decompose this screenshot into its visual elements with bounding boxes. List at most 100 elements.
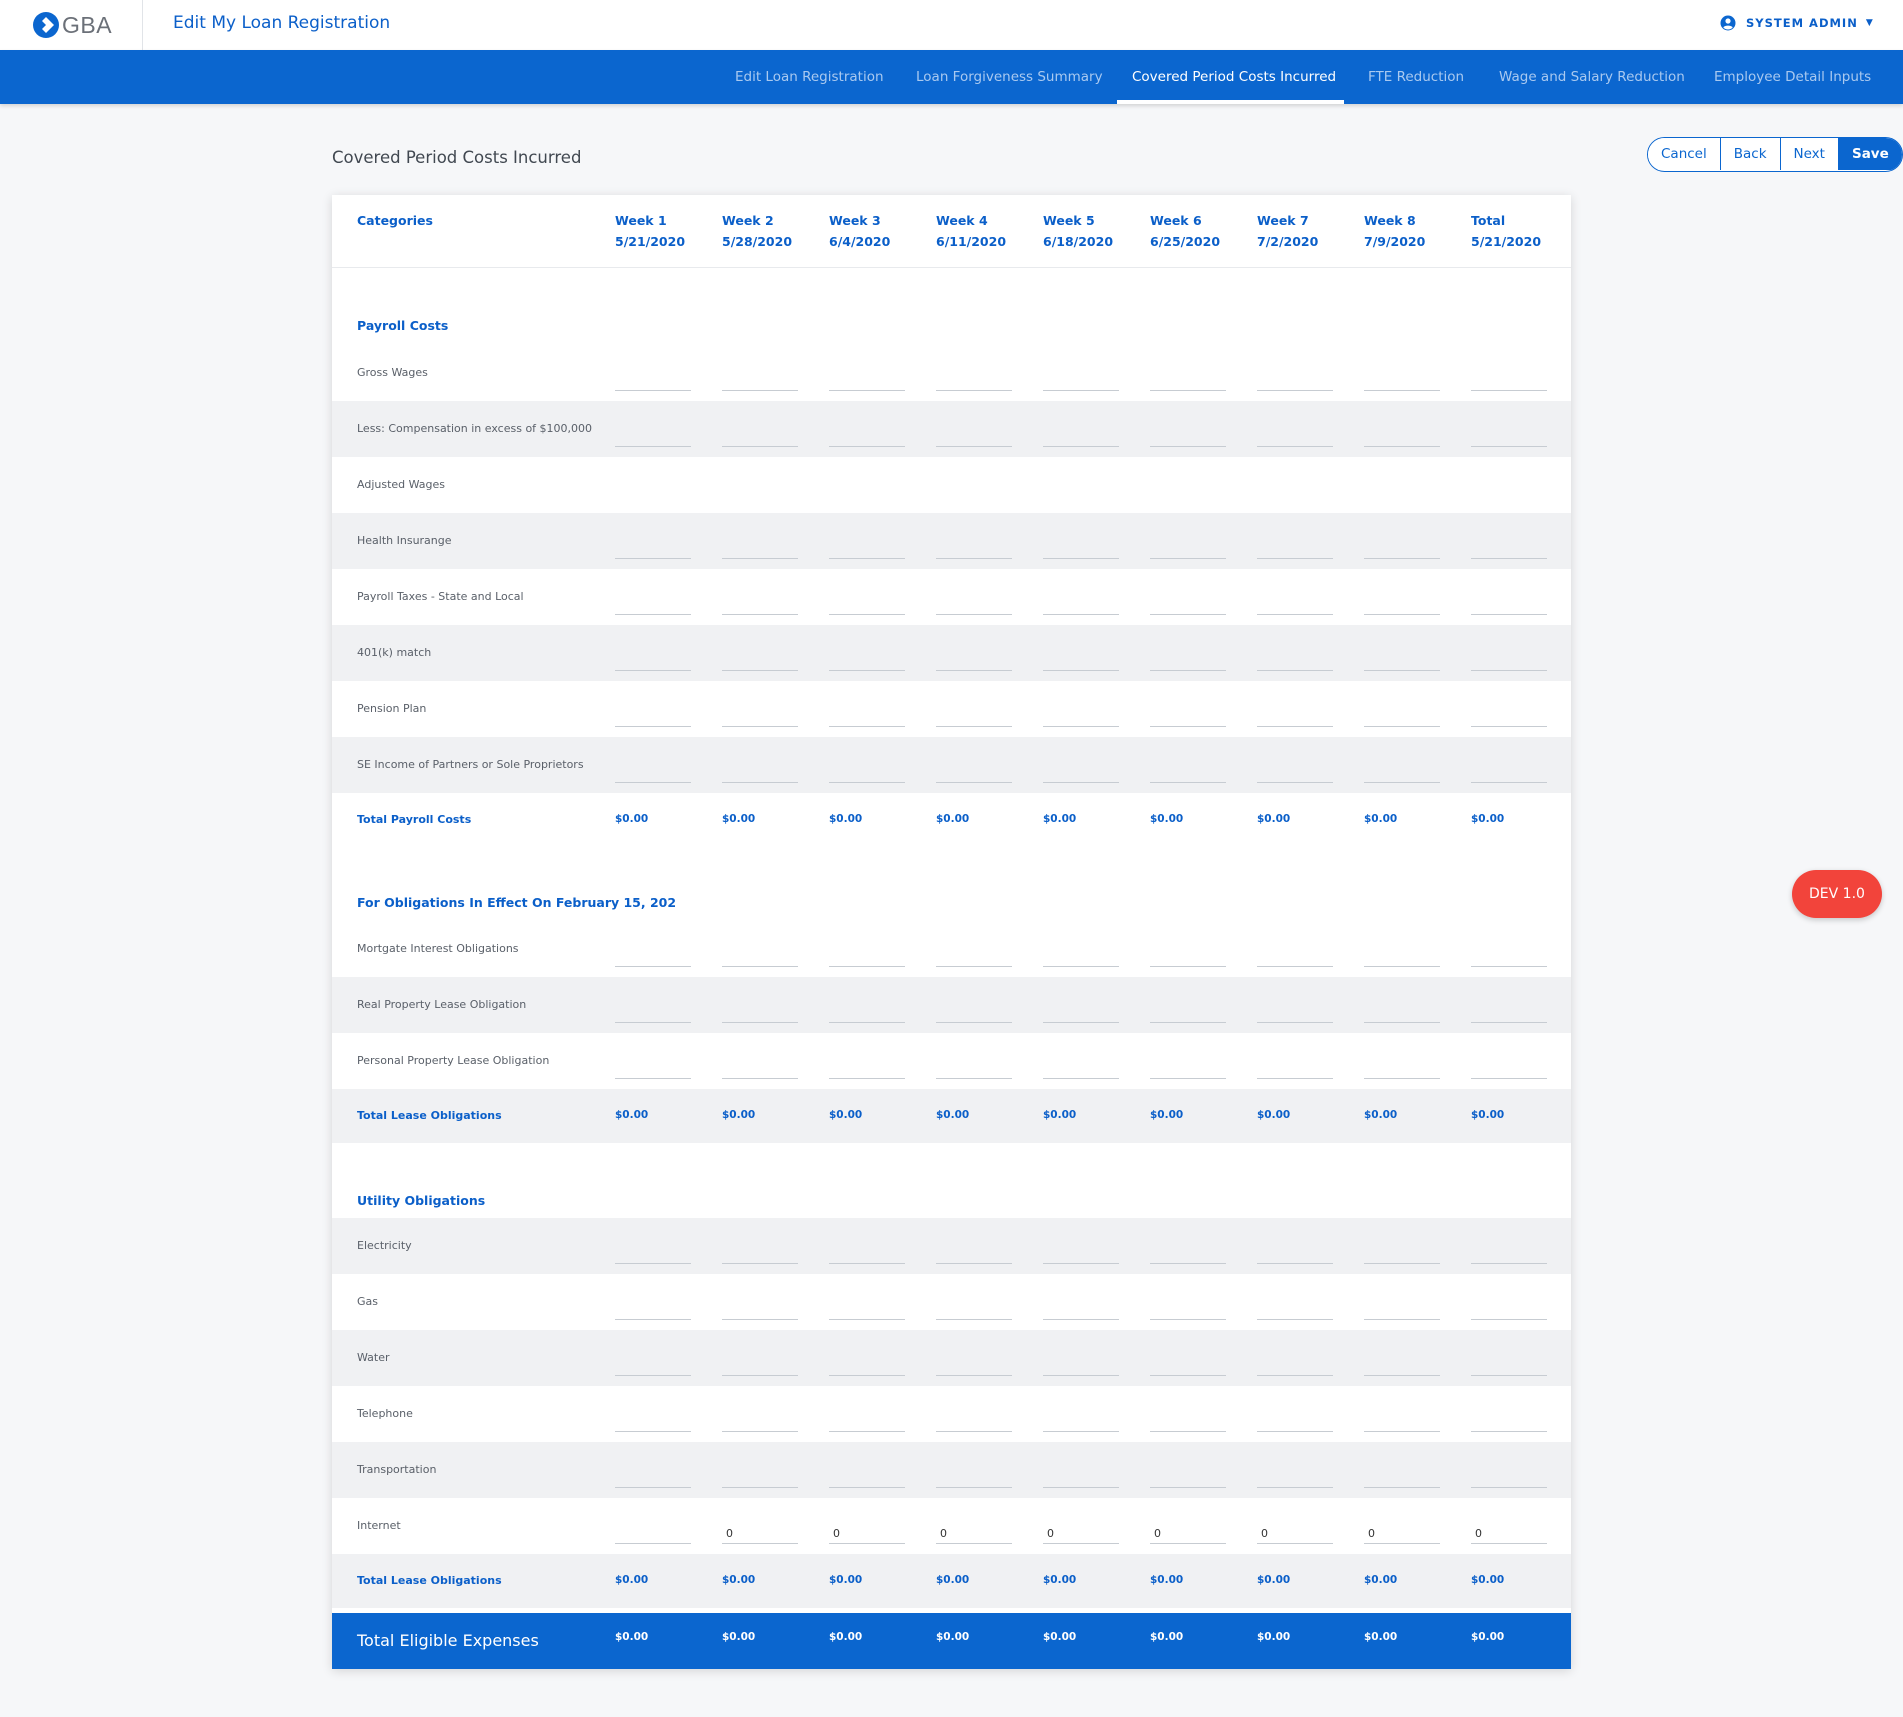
electricity-input-col-2[interactable] (722, 1244, 798, 1264)
gross-wages-input-col-2[interactable] (722, 371, 798, 391)
mortgate-interest-obligations-input-col-5[interactable] (1043, 947, 1119, 967)
internet-input-col-4[interactable] (936, 1524, 1012, 1544)
tab-wage-and-salary-reduction[interactable]: Wage and Salary Reduction (1499, 50, 1685, 104)
electricity-input-col-6[interactable] (1150, 1244, 1226, 1264)
pension-plan-input-col-4[interactable] (936, 707, 1012, 727)
real-property-lease-obligation-input-col-6[interactable] (1150, 1003, 1226, 1023)
401-k-match-input-col-1[interactable] (615, 651, 691, 671)
user-menu[interactable]: SYSTEM ADMIN ▼ (1720, 15, 1874, 31)
payroll-taxes-state-and-local-input-col-6[interactable] (1150, 595, 1226, 615)
personal-property-lease-obligation-input-col-1[interactable] (615, 1059, 691, 1079)
gas-input-col-7[interactable] (1257, 1300, 1333, 1320)
personal-property-lease-obligation-input-col-4[interactable] (936, 1059, 1012, 1079)
personal-property-lease-obligation-input-col-3[interactable] (829, 1059, 905, 1079)
water-input-col-7[interactable] (1257, 1356, 1333, 1376)
transportation-input-col-3[interactable] (829, 1468, 905, 1488)
real-property-lease-obligation-input-col-8[interactable] (1364, 1003, 1440, 1023)
less-compensation-in-excess-of-100-000-input-col-5[interactable] (1043, 427, 1119, 447)
health-insurange-input-col-7[interactable] (1257, 539, 1333, 559)
personal-property-lease-obligation-input-col-8[interactable] (1364, 1059, 1440, 1079)
tab-edit-loan-registration[interactable]: Edit Loan Registration (735, 50, 884, 104)
less-compensation-in-excess-of-100-000-input-col-1[interactable] (615, 427, 691, 447)
telephone-input-col-4[interactable] (936, 1412, 1012, 1432)
less-compensation-in-excess-of-100-000-input-col-3[interactable] (829, 427, 905, 447)
pension-plan-input-col-2[interactable] (722, 707, 798, 727)
se-income-of-partners-or-sole-proprietors-input-col-2[interactable] (722, 763, 798, 783)
telephone-input-col-1[interactable] (615, 1412, 691, 1432)
health-insurange-input-col-9[interactable] (1471, 539, 1547, 559)
health-insurange-input-col-6[interactable] (1150, 539, 1226, 559)
telephone-input-col-2[interactable] (722, 1412, 798, 1432)
telephone-input-col-7[interactable] (1257, 1412, 1333, 1432)
gas-input-col-9[interactable] (1471, 1300, 1547, 1320)
real-property-lease-obligation-input-col-2[interactable] (722, 1003, 798, 1023)
gross-wages-input-col-6[interactable] (1150, 371, 1226, 391)
transportation-input-col-5[interactable] (1043, 1468, 1119, 1488)
mortgate-interest-obligations-input-col-9[interactable] (1471, 947, 1547, 967)
telephone-input-col-6[interactable] (1150, 1412, 1226, 1432)
pension-plan-input-col-5[interactable] (1043, 707, 1119, 727)
tab-covered-period-costs-incurred[interactable]: Covered Period Costs Incurred (1132, 50, 1336, 104)
401-k-match-input-col-6[interactable] (1150, 651, 1226, 671)
cancel-button[interactable]: Cancel (1648, 138, 1721, 170)
health-insurange-input-col-1[interactable] (615, 539, 691, 559)
gas-input-col-6[interactable] (1150, 1300, 1226, 1320)
personal-property-lease-obligation-input-col-9[interactable] (1471, 1059, 1547, 1079)
transportation-input-col-6[interactable] (1150, 1468, 1226, 1488)
back-button[interactable]: Back (1720, 138, 1781, 170)
electricity-input-col-3[interactable] (829, 1244, 905, 1264)
internet-input-col-2[interactable] (722, 1524, 798, 1544)
pension-plan-input-col-9[interactable] (1471, 707, 1547, 727)
se-income-of-partners-or-sole-proprietors-input-col-9[interactable] (1471, 763, 1547, 783)
payroll-taxes-state-and-local-input-col-8[interactable] (1364, 595, 1440, 615)
401-k-match-input-col-9[interactable] (1471, 651, 1547, 671)
real-property-lease-obligation-input-col-5[interactable] (1043, 1003, 1119, 1023)
water-input-col-3[interactable] (829, 1356, 905, 1376)
gross-wages-input-col-5[interactable] (1043, 371, 1119, 391)
health-insurange-input-col-8[interactable] (1364, 539, 1440, 559)
personal-property-lease-obligation-input-col-5[interactable] (1043, 1059, 1119, 1079)
less-compensation-in-excess-of-100-000-input-col-2[interactable] (722, 427, 798, 447)
water-input-col-8[interactable] (1364, 1356, 1440, 1376)
water-input-col-2[interactable] (722, 1356, 798, 1376)
payroll-taxes-state-and-local-input-col-9[interactable] (1471, 595, 1547, 615)
mortgate-interest-obligations-input-col-8[interactable] (1364, 947, 1440, 967)
mortgate-interest-obligations-input-col-6[interactable] (1150, 947, 1226, 967)
less-compensation-in-excess-of-100-000-input-col-7[interactable] (1257, 427, 1333, 447)
gas-input-col-3[interactable] (829, 1300, 905, 1320)
internet-input-col-5[interactable] (1043, 1524, 1119, 1544)
transportation-input-col-9[interactable] (1471, 1468, 1547, 1488)
gas-input-col-4[interactable] (936, 1300, 1012, 1320)
electricity-input-col-8[interactable] (1364, 1244, 1440, 1264)
pension-plan-input-col-3[interactable] (829, 707, 905, 727)
tab-loan-forgiveness-summary[interactable]: Loan Forgiveness Summary (916, 50, 1103, 104)
telephone-input-col-5[interactable] (1043, 1412, 1119, 1432)
electricity-input-col-9[interactable] (1471, 1244, 1547, 1264)
mortgate-interest-obligations-input-col-2[interactable] (722, 947, 798, 967)
gross-wages-input-col-8[interactable] (1364, 371, 1440, 391)
telephone-input-col-3[interactable] (829, 1412, 905, 1432)
telephone-input-col-8[interactable] (1364, 1412, 1440, 1432)
less-compensation-in-excess-of-100-000-input-col-6[interactable] (1150, 427, 1226, 447)
internet-input-col-7[interactable] (1257, 1524, 1333, 1544)
gas-input-col-8[interactable] (1364, 1300, 1440, 1320)
logo[interactable]: GBA (32, 10, 112, 40)
payroll-taxes-state-and-local-input-col-1[interactable] (615, 595, 691, 615)
se-income-of-partners-or-sole-proprietors-input-col-6[interactable] (1150, 763, 1226, 783)
personal-property-lease-obligation-input-col-7[interactable] (1257, 1059, 1333, 1079)
401-k-match-input-col-3[interactable] (829, 651, 905, 671)
less-compensation-in-excess-of-100-000-input-col-8[interactable] (1364, 427, 1440, 447)
electricity-input-col-1[interactable] (615, 1244, 691, 1264)
payroll-taxes-state-and-local-input-col-4[interactable] (936, 595, 1012, 615)
real-property-lease-obligation-input-col-1[interactable] (615, 1003, 691, 1023)
transportation-input-col-7[interactable] (1257, 1468, 1333, 1488)
se-income-of-partners-or-sole-proprietors-input-col-4[interactable] (936, 763, 1012, 783)
se-income-of-partners-or-sole-proprietors-input-col-8[interactable] (1364, 763, 1440, 783)
payroll-taxes-state-and-local-input-col-3[interactable] (829, 595, 905, 615)
401-k-match-input-col-4[interactable] (936, 651, 1012, 671)
gross-wages-input-col-9[interactable] (1471, 371, 1547, 391)
water-input-col-1[interactable] (615, 1356, 691, 1376)
water-input-col-5[interactable] (1043, 1356, 1119, 1376)
401-k-match-input-col-8[interactable] (1364, 651, 1440, 671)
real-property-lease-obligation-input-col-9[interactable] (1471, 1003, 1547, 1023)
